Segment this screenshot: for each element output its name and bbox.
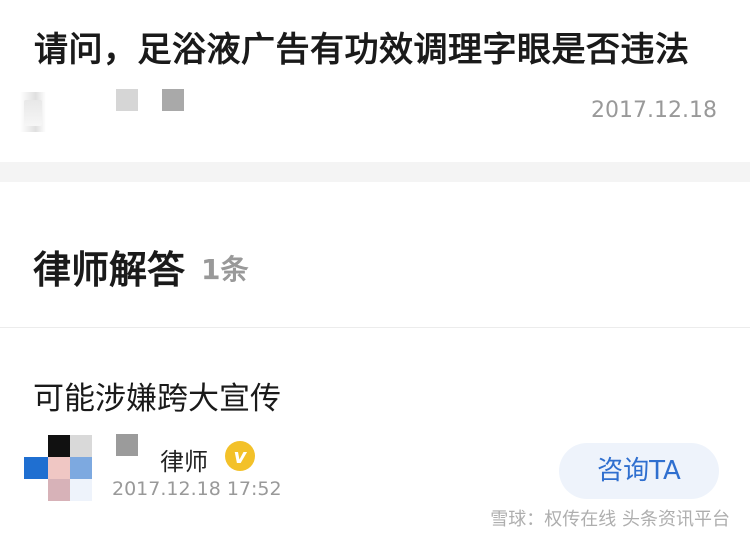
answer-text: 可能涉嫌跨大宣传 [33,381,281,417]
consult-button[interactable]: 咨询TA [559,443,719,499]
verified-badge-icon: v [225,441,255,471]
lawyer-avatar[interactable] [24,435,92,501]
asker-avatar [20,92,46,132]
answer-timestamp: 2017.12.18 17:52 [112,478,282,500]
lawyer-name-redacted-block [116,434,138,456]
watermark: 雪球：权传在线 头条资讯平台 [490,509,730,530]
question-date: 2017.12.18 [591,98,717,123]
question-section: 请问，足浴液广告有功效调理字眼是否违法 2017.12.18 [0,0,750,162]
asker-name-redacted-block [162,89,184,111]
asker-name-redacted-block [116,89,138,111]
answers-header: 律师解答 1条 [0,182,750,328]
section-divider [0,162,750,182]
answers-count: 1条 [201,253,249,286]
answers-title: 律师解答 [33,248,186,292]
question-title: 请问，足浴液广告有功效调理字眼是否违法 [34,30,690,70]
lawyer-role-label: 律师 [160,448,208,476]
